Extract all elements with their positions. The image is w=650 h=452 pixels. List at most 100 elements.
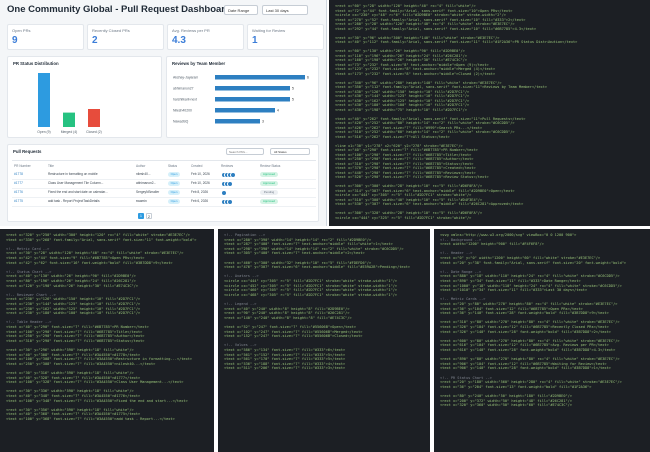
reviewer-avatar <box>227 198 233 205</box>
code-line: <rect x="30" y="316" width="590" height=… <box>6 371 134 375</box>
code-line: <text x="326" y="104" font-size="12" fil… <box>440 325 609 329</box>
code-line: <rect x="30" y="28" width="120" height="… <box>6 251 184 256</box>
code-line: <text x="40" y="290" font-size="7" fill=… <box>6 325 149 329</box>
date-range-dropdown[interactable]: Date Range <box>224 5 258 15</box>
reviewer-avatar <box>227 180 233 187</box>
code-line: <text x="42" y="62" font-size="16" font-… <box>6 260 173 265</box>
code-line: <text x="36" y="204" font-size="13" font… <box>440 384 592 389</box>
code-line: <text x="152" y="247" font-size="7" fill… <box>224 334 363 339</box>
code-line: <text x="40" y="348" font-size="7" fill=… <box>6 394 141 398</box>
code-line: <rect x="340" y="96" width="280" height=… <box>335 80 502 85</box>
code-line: <rect x="90" y="240" width="8" height="8… <box>224 311 350 316</box>
review-status-badge: Approved <box>260 180 278 186</box>
code-panel-top-right: <rect x="60" y="28" width="120" height="… <box>329 0 650 226</box>
code-line: <circle cx="444" cy="325" r="5" fill="#2… <box>335 215 472 220</box>
code-lines: <rect x="320" y="250" width="300" height… <box>0 229 214 452</box>
code-panel-bottom-right: <svg xmlns="http://www.w3.org/2000/svg" … <box>434 229 650 452</box>
code-line: <rect x="30" y="296" width="590" height=… <box>6 348 134 352</box>
code-line: <rect x="20" y="180" width="560" height=… <box>440 380 622 385</box>
pull-requests-panel: Pull Requests All Status PR NumberTitleA… <box>7 144 319 222</box>
reviewer-name: Akshay-Jayaram <box>173 76 198 80</box>
status-badge: Open <box>168 198 180 204</box>
table-column-header: Status <box>168 164 178 168</box>
row-divider <box>12 197 316 198</box>
code-line: <rect x="510" y="252" width="60" height=… <box>335 130 515 134</box>
pr-author: SergeyNSmaller <box>136 190 160 194</box>
reviewer-chart-panel: Reviews by Team Member Akshay-Jayaram 6 ab… <box>166 56 319 138</box>
code-line: <text x="616" y="140" font-size="28" fon… <box>440 348 616 352</box>
metric-card-open-prs: Open PRs 9 <box>7 24 84 50</box>
reviewer-value: 5 <box>292 87 294 91</box>
code-line: <text x="292" y="44" font-family="Arial,… <box>335 26 537 31</box>
review-status-badge: Approved <box>260 198 278 204</box>
code-line: <text x="73" y="232" font-size="8" text-… <box>335 62 489 67</box>
code-line: <rect x="298" y="390" width="14" height=… <box>224 246 404 251</box>
pr-title: Restructure in formatting on mobile <box>48 172 98 176</box>
pr-number-link[interactable]: #1775 <box>14 199 23 203</box>
pr-number-link[interactable]: #1778 <box>14 172 23 176</box>
code-line: <rect x="430" y="144" width="125" height… <box>335 94 470 98</box>
table-column-header: Created <box>191 164 203 168</box>
pagination-page-2[interactable]: 2 <box>146 213 152 219</box>
code-line: <rect x="280" y="390" width="14" height=… <box>224 237 372 242</box>
reviewer-chart: Akshay-Jayaram 6 abhimanon27 5 harshitkarli-… <box>173 75 309 124</box>
code-line: <rect x="40" y="240" width="8" height="8… <box>224 306 350 311</box>
code-line: <rect x="230" y="126" width="150" height… <box>6 297 141 302</box>
row-divider <box>12 188 316 189</box>
code-line: <rect x="880" y="18" width="110" height=… <box>440 274 620 279</box>
pr-number-link[interactable]: #1776 <box>14 190 23 194</box>
reviewer-value: 3 <box>262 120 264 124</box>
table-column-header: Title <box>48 164 54 168</box>
reviewer-name: abhimanon27 <box>173 87 194 91</box>
status-bar-label: Merged (4) <box>61 130 78 134</box>
code-line: <text x="100" y="290" font-size="7" fill… <box>6 329 143 334</box>
status-chart-panel: PR Status Distribution Open (9) Merged (4… <box>7 56 162 138</box>
code-line: <text x="250" y="290" font-size="7" fill… <box>335 157 474 161</box>
code-line: <rect x="460" y="300" width="32" height=… <box>224 260 372 265</box>
code-line: <text x="40" y="308" font-size="7" fill=… <box>6 352 141 357</box>
table-column-header: PR Number <box>14 164 31 168</box>
code-line: <!-- Status Chart --> <box>6 269 52 274</box>
code-line: <text x="250" y="290" font-size="7" fill… <box>6 334 145 339</box>
code-line: <rect x="320" y="250" width="300" height… <box>6 233 190 237</box>
code-line: <!-- Values --> <box>224 343 257 348</box>
metric-card-waiting-review: Waiting for Review 1 <box>247 24 324 50</box>
pr-number-link[interactable]: #1777 <box>14 181 23 185</box>
code-line: <rect x="300" y="300" width="28" height=… <box>335 184 483 188</box>
metric-value: 4.3 <box>172 35 186 46</box>
code-line: <!-- Metric Card --> <box>6 246 50 251</box>
code-line: <text x="561" y="152" font-size="7" fill… <box>224 352 346 357</box>
code-line: <text x="536" y="188" font-size="7" fill… <box>224 361 346 366</box>
status-badge: Open <box>168 189 180 195</box>
code-line: <text x="310" y="290" font-size="7" fill… <box>6 338 145 343</box>
code-line: <rect x="1000" y="18" width="110" height… <box>440 283 622 288</box>
code-line: <text x="100" y="368" font-size="7" fill… <box>6 417 175 421</box>
code-line: <rect x="30" y="356" width="590" height=… <box>6 407 134 412</box>
code-line: <circle cx="452" cy="305" r="5" fill="#2… <box>224 283 398 288</box>
code-line: <text x="40" y="290" font-size="7" fill=… <box>335 148 478 152</box>
code-line: <text x="102" y="247" font-size="7" fill… <box>224 329 363 334</box>
code-line: <text x="100" y="290" font-size="7" fill… <box>335 152 472 157</box>
status-bar <box>88 109 100 127</box>
code-line: <rect x="60" y="28" width="120" height="… <box>335 4 476 8</box>
pr-title: add task - Report ProjectTaskDetails <box>48 199 100 203</box>
code-line: <rect x="120" y="190" width="26" height=… <box>6 283 138 288</box>
code-lines: <svg xmlns="http://www.w3.org/2000/svg" … <box>434 229 650 452</box>
code-line: <text x="326" y="140" font-size="28" fon… <box>440 329 611 334</box>
reviewer-bar <box>215 119 260 124</box>
metric-label: Avg. Reviews per PR <box>172 28 210 33</box>
code-line: <!-- Background --> <box>440 237 482 242</box>
row-divider <box>12 179 316 180</box>
code-line: <text x="530" y="307" font-size="6" text… <box>335 202 524 206</box>
reviewer-bar <box>215 86 290 91</box>
date-range-select[interactable]: Last 30 days <box>262 5 308 15</box>
code-line: <text x="36" y="140" font-size="28" font… <box>440 311 609 316</box>
table-column-header: Review Status <box>260 164 281 168</box>
reviewer-avatar <box>230 171 236 178</box>
code-line: <rect x="30" y="336" width="590" height=… <box>6 389 134 394</box>
code-line: <text x="616" y="104" font-size="12" fil… <box>440 343 609 348</box>
code-line: <text x="287" y="400" font-size="7" text… <box>224 242 393 247</box>
code-line: <text x="40" y="262" font-family="Arial,… <box>335 116 526 121</box>
metric-value: 9 <box>12 35 18 46</box>
pagination-page-1[interactable]: 1 <box>138 213 144 219</box>
